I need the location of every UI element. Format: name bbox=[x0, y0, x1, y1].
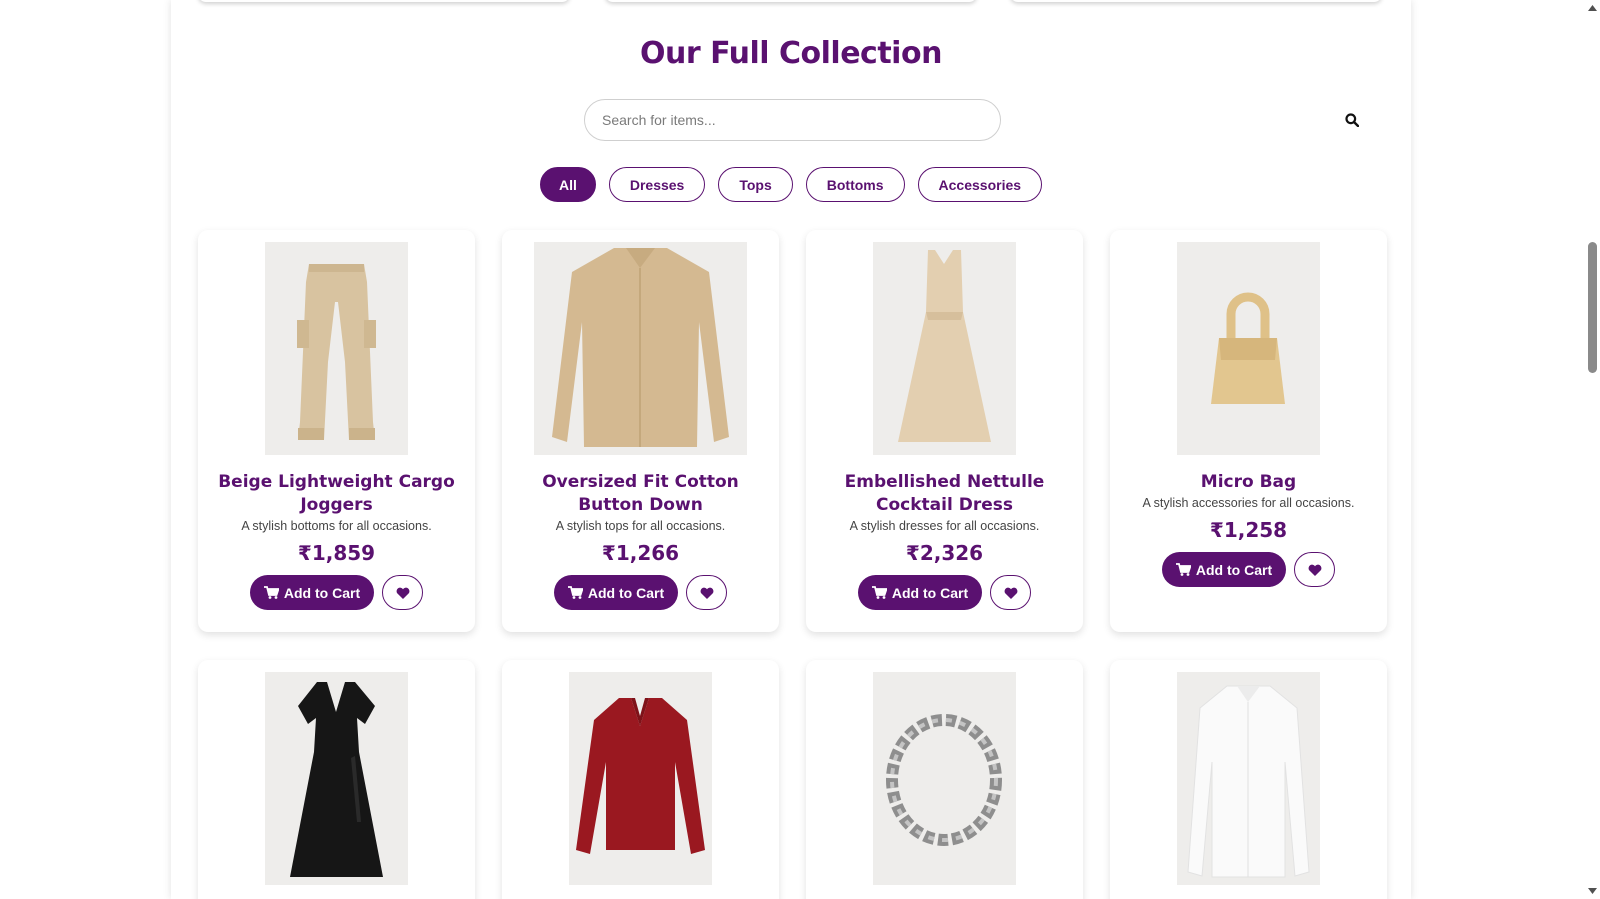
wishlist-button[interactable] bbox=[1294, 552, 1336, 587]
heart-icon bbox=[1308, 564, 1322, 576]
category-filters: All Dresses Tops Bottoms Accessories bbox=[171, 167, 1411, 202]
chain-necklace-image bbox=[886, 714, 1002, 846]
vertical-scrollbar[interactable] bbox=[1585, 0, 1600, 899]
add-to-cart-label: Add to Cart bbox=[891, 584, 969, 601]
scroll-up-arrow[interactable] bbox=[1587, 3, 1598, 13]
triangle-down-icon bbox=[1588, 888, 1597, 894]
search-input[interactable] bbox=[585, 100, 1000, 140]
wishlist-button[interactable] bbox=[686, 575, 728, 610]
product-price: ₹1,859 bbox=[297, 541, 376, 565]
micro-bag-image bbox=[1211, 292, 1285, 404]
triangle-up-icon bbox=[1588, 5, 1597, 11]
previous-card-edge bbox=[605, 0, 977, 2]
red-v-neck-top-image bbox=[576, 698, 705, 854]
product-card: Beige Lightweight Cargo Joggers A stylis… bbox=[198, 230, 475, 632]
add-to-cart-button[interactable]: Add to Cart bbox=[1161, 552, 1287, 587]
white-shirt-image bbox=[1187, 685, 1310, 878]
filter-all[interactable]: All bbox=[539, 167, 596, 202]
add-to-cart-label: Add to Cart bbox=[283, 584, 361, 601]
cart-icon bbox=[1175, 563, 1191, 576]
product-image[interactable] bbox=[265, 672, 408, 885]
product-description: A stylish bottoms for all occasions. bbox=[241, 519, 432, 533]
filter-accessories[interactable]: Accessories bbox=[917, 167, 1043, 202]
filter-bottoms[interactable]: Bottoms bbox=[805, 167, 905, 202]
heart-icon bbox=[700, 587, 714, 599]
add-to-cart-button[interactable]: Add to Cart bbox=[249, 575, 375, 610]
add-to-cart-label: Add to Cart bbox=[1195, 561, 1273, 578]
tulle-dress-image bbox=[898, 250, 991, 442]
wishlist-button[interactable] bbox=[990, 575, 1032, 610]
scroll-thumb[interactable] bbox=[1588, 242, 1597, 373]
collection-section: Our Full Collection All Dresses Tops Bot… bbox=[171, 0, 1411, 899]
product-grid: Beige Lightweight Cargo Joggers A stylis… bbox=[198, 230, 1387, 899]
section-title: Our Full Collection bbox=[640, 36, 942, 71]
black-wrap-dress-image bbox=[290, 682, 383, 877]
product-name[interactable]: Beige Lightweight Cargo Joggers bbox=[217, 471, 457, 517]
product-description: A stylish accessories for all occasions. bbox=[1142, 496, 1355, 510]
product-card bbox=[1110, 660, 1387, 899]
product-card bbox=[198, 660, 475, 899]
product-image[interactable] bbox=[873, 242, 1016, 455]
product-image[interactable] bbox=[1177, 242, 1320, 455]
button-down-shirt-image bbox=[534, 242, 747, 455]
product-actions: Add to Cart bbox=[1161, 552, 1336, 587]
product-actions: Add to Cart bbox=[857, 575, 1032, 610]
previous-card-edge bbox=[1010, 0, 1382, 2]
product-image[interactable] bbox=[873, 672, 1016, 885]
filter-tops[interactable]: Tops bbox=[718, 167, 793, 202]
add-to-cart-button[interactable]: Add to Cart bbox=[857, 575, 983, 610]
product-price: ₹1,266 bbox=[601, 541, 680, 565]
product-actions: Add to Cart bbox=[553, 575, 728, 610]
wishlist-button[interactable] bbox=[382, 575, 424, 610]
cart-icon bbox=[567, 586, 583, 599]
product-name[interactable]: Micro Bag bbox=[1129, 471, 1369, 494]
search-icon bbox=[1345, 113, 1359, 127]
product-card: Micro Bag A stylish accessories for all … bbox=[1110, 230, 1387, 632]
heart-icon bbox=[396, 587, 410, 599]
product-actions: Add to Cart bbox=[249, 575, 424, 610]
filter-dresses[interactable]: Dresses bbox=[608, 167, 706, 202]
product-card bbox=[502, 660, 779, 899]
product-image[interactable] bbox=[569, 672, 712, 885]
product-name[interactable]: Oversized Fit Cotton Button Down bbox=[521, 471, 761, 517]
add-to-cart-button[interactable]: Add to Cart bbox=[553, 575, 679, 610]
product-image[interactable] bbox=[265, 242, 408, 455]
search-box bbox=[584, 99, 1001, 141]
cargo-joggers-image bbox=[297, 264, 376, 440]
add-to-cart-label: Add to Cart bbox=[587, 584, 665, 601]
product-description: A stylish tops for all occasions. bbox=[555, 519, 726, 533]
cart-icon bbox=[871, 586, 887, 599]
previous-card-edge bbox=[198, 0, 570, 2]
product-image[interactable] bbox=[534, 242, 747, 455]
cart-icon bbox=[263, 586, 279, 599]
product-card: Embellished Nettulle Cocktail Dress A st… bbox=[806, 230, 1083, 632]
product-price: ₹2,326 bbox=[905, 541, 984, 565]
product-card bbox=[806, 660, 1083, 899]
scroll-down-arrow[interactable] bbox=[1587, 886, 1598, 896]
product-price: ₹1,258 bbox=[1209, 518, 1288, 542]
product-card: Oversized Fit Cotton Button Down A styli… bbox=[502, 230, 779, 632]
heart-icon bbox=[1004, 587, 1018, 599]
product-name[interactable]: Embellished Nettulle Cocktail Dress bbox=[825, 471, 1065, 517]
previous-section-cards bbox=[171, 0, 1411, 4]
search-button[interactable] bbox=[1342, 110, 1362, 130]
product-description: A stylish dresses for all occasions. bbox=[849, 519, 1040, 533]
product-image[interactable] bbox=[1177, 672, 1320, 885]
